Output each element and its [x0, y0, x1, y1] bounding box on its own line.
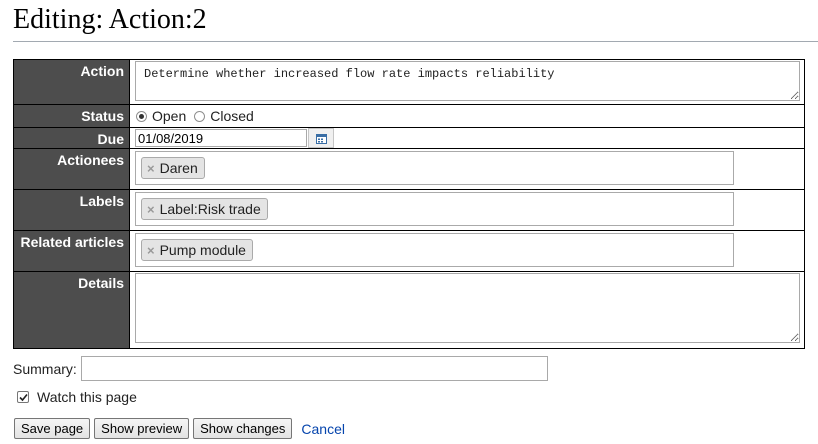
summary-input[interactable]	[80, 356, 548, 381]
status-open-radio[interactable]	[136, 110, 147, 122]
remove-tag-icon[interactable]: ×	[147, 243, 155, 258]
action-label: Action	[13, 59, 130, 105]
status-radio-group: Open Closed	[130, 105, 799, 127]
status-closed-radio[interactable]	[194, 110, 206, 122]
related-articles-tag-input[interactable]: × Pump module	[135, 233, 734, 267]
action-textarea[interactable]: Determine whether increased flow rate im…	[135, 61, 800, 101]
status-open-label[interactable]: Open	[152, 108, 186, 124]
actionee-tag-label: Daren	[159, 160, 198, 176]
calendar-icon	[315, 133, 327, 144]
label-tag-label: Label:Risk trade	[159, 201, 261, 217]
actionees-label: Actionees	[13, 148, 130, 190]
status-label: Status	[13, 104, 130, 128]
calendar-button[interactable]	[308, 128, 334, 148]
watch-checkbox[interactable]	[17, 391, 29, 403]
labels-label: Labels	[13, 189, 130, 231]
remove-tag-icon[interactable]: ×	[147, 161, 155, 176]
cancel-link[interactable]: Cancel	[301, 421, 345, 437]
page-title: Editing: Action:2	[13, 4, 207, 35]
related-article-tag-label: Pump module	[159, 242, 246, 258]
related-articles-label: Related articles	[13, 230, 130, 272]
actionee-tag: × Daren	[141, 157, 205, 179]
show-preview-button[interactable]: Show preview	[94, 418, 190, 439]
labels-tag-input[interactable]: × Label:Risk trade	[135, 192, 734, 226]
checkmark-icon	[18, 393, 28, 401]
summary-label: Summary:	[13, 360, 77, 377]
edit-form-table: Action Determine whether increased flow …	[13, 59, 805, 349]
due-date-input[interactable]	[135, 129, 307, 147]
remove-tag-icon[interactable]: ×	[147, 202, 155, 217]
status-closed-label[interactable]: Closed	[210, 108, 254, 124]
radio-selected-dot	[139, 113, 144, 119]
title-divider	[13, 41, 818, 42]
details-label: Details	[13, 271, 130, 349]
save-page-button[interactable]: Save page	[14, 418, 91, 439]
label-tag: × Label:Risk trade	[141, 198, 268, 220]
show-changes-button[interactable]: Show changes	[193, 418, 293, 439]
due-label: Due	[13, 127, 130, 149]
details-textarea[interactable]	[135, 273, 800, 343]
related-article-tag: × Pump module	[141, 239, 253, 261]
watch-label[interactable]: Watch this page	[37, 389, 137, 405]
actionees-tag-input[interactable]: × Daren	[135, 151, 734, 185]
